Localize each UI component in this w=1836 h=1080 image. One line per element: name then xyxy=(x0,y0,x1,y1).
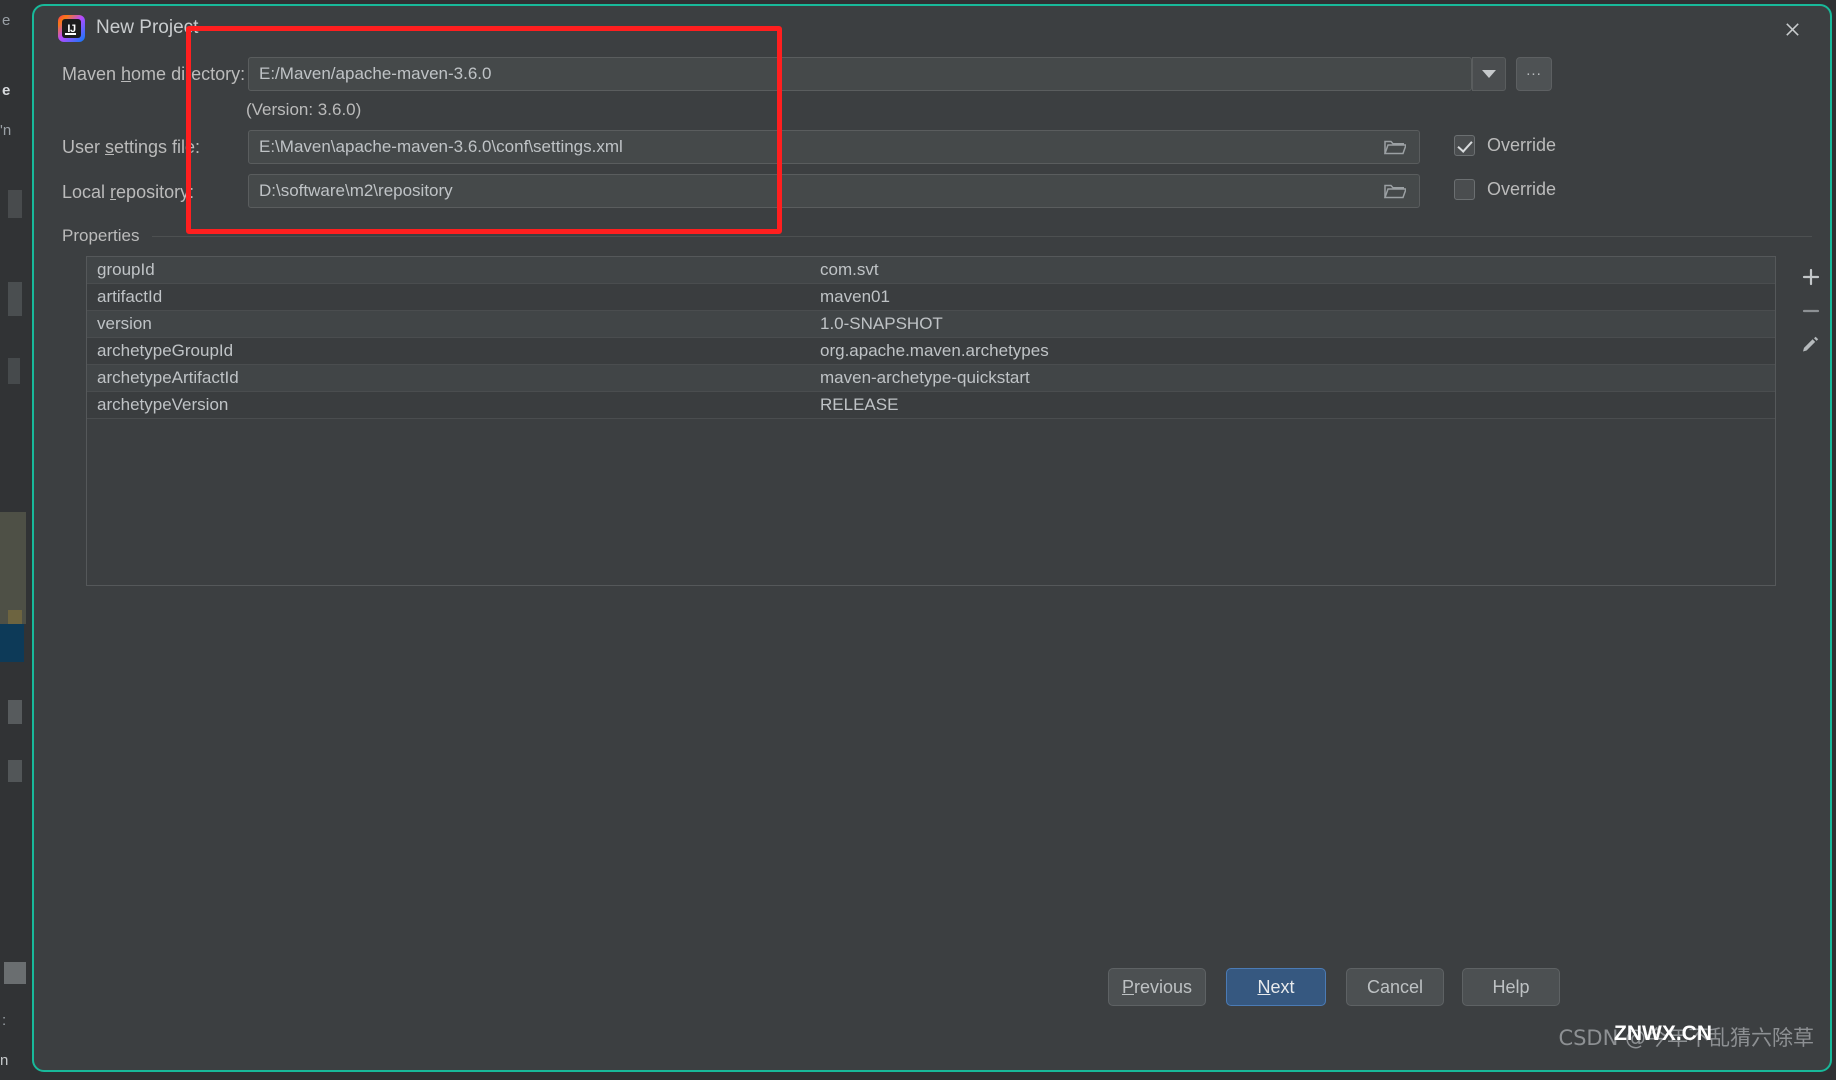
property-key: archetypeGroupId xyxy=(97,341,234,360)
ide-bg-block xyxy=(0,512,26,624)
properties-divider xyxy=(152,236,1812,237)
next-button[interactable]: Next xyxy=(1226,968,1326,1006)
ide-bg-text: n xyxy=(0,1052,9,1069)
local-repository-label: Local repository: xyxy=(62,182,195,202)
ide-bg-text: e xyxy=(2,12,11,29)
properties-table[interactable]: groupId com.svt artifactId maven01 version… xyxy=(86,256,1776,586)
property-key: archetypeArtifactId xyxy=(97,368,239,387)
ide-bg-block xyxy=(8,760,22,782)
table-row[interactable]: archetypeGroupId org.apache.maven.archety… xyxy=(87,338,1775,365)
checkbox-box xyxy=(1454,135,1475,156)
screen: e e 'n : n IJ New Project Maven home dir… xyxy=(0,0,1836,1080)
table-row[interactable]: artifactId maven01 xyxy=(87,284,1775,311)
user-settings-override-checkbox[interactable]: Override xyxy=(1454,135,1556,156)
ide-bg-block xyxy=(8,700,22,724)
property-value: maven-archetype-quickstart xyxy=(820,368,1030,387)
intellij-idea-logo-icon: IJ xyxy=(58,15,85,42)
properties-caption: Properties xyxy=(62,226,148,246)
ide-bg-text: : xyxy=(2,1012,7,1029)
user-settings-label: User settings file: xyxy=(62,137,201,157)
property-key: groupId xyxy=(97,260,155,279)
new-project-dialog: IJ New Project Maven home directory: E:/… xyxy=(32,4,1832,1072)
folder-icon[interactable] xyxy=(1383,138,1408,156)
ide-bg-block xyxy=(0,624,24,662)
property-key: artifactId xyxy=(97,287,163,306)
znwx-watermark: ZNWX.CN xyxy=(1614,1022,1712,1045)
checkbox-label: Override xyxy=(1487,135,1557,155)
chevron-down-icon[interactable] xyxy=(1472,57,1506,91)
property-key: archetypeVersion xyxy=(97,395,229,414)
property-key: version xyxy=(97,314,152,333)
ide-bg-block xyxy=(8,282,22,316)
plus-icon[interactable] xyxy=(1794,260,1828,294)
close-icon[interactable] xyxy=(1774,14,1810,44)
dialog-titlebar: IJ New Project xyxy=(34,6,1830,52)
ide-bg-text: e xyxy=(2,82,11,99)
table-row[interactable]: archetypeArtifactId maven-archetype-quick… xyxy=(87,365,1775,392)
property-value: com.svt xyxy=(820,260,879,279)
maven-home-browse-button[interactable]: ... xyxy=(1516,57,1552,91)
previous-button[interactable]: Previous xyxy=(1108,968,1206,1006)
checkbox-box xyxy=(1454,179,1475,200)
table-row[interactable]: version 1.0-SNAPSHOT xyxy=(87,311,1775,338)
table-row[interactable]: groupId com.svt xyxy=(87,257,1775,284)
cancel-button[interactable]: Cancel xyxy=(1346,968,1444,1006)
folder-icon[interactable] xyxy=(1383,182,1408,200)
ide-bg-block xyxy=(4,962,26,984)
table-row[interactable]: archetypeVersion RELEASE xyxy=(87,392,1775,419)
minus-icon[interactable] xyxy=(1794,294,1828,328)
property-value: 1.0-SNAPSHOT xyxy=(820,314,943,333)
maven-version-note: (Version: 3.6.0) xyxy=(246,100,362,119)
pencil-icon[interactable] xyxy=(1794,328,1828,362)
local-repository-override-checkbox[interactable]: Override xyxy=(1454,179,1556,200)
ide-bg-block xyxy=(8,190,22,218)
ide-bg-block xyxy=(8,358,20,384)
properties-toolbar xyxy=(1786,256,1830,376)
property-value: org.apache.maven.archetypes xyxy=(820,341,1049,360)
user-settings-input[interactable]: E:\Maven\apache-maven-3.6.0\conf\setting… xyxy=(248,130,1420,164)
property-value: maven01 xyxy=(820,287,890,306)
checkbox-label: Override xyxy=(1487,179,1557,199)
maven-home-input[interactable]: E:/Maven/apache-maven-3.6.0 xyxy=(248,57,1472,91)
maven-home-label: Maven home directory: xyxy=(62,64,246,84)
ide-bg-text: 'n xyxy=(0,122,12,139)
dialog-title: New Project xyxy=(96,17,199,38)
property-value: RELEASE xyxy=(820,395,899,414)
help-button[interactable]: Help xyxy=(1462,968,1560,1006)
local-repository-input[interactable]: D:\software\m2\repository xyxy=(248,174,1420,208)
